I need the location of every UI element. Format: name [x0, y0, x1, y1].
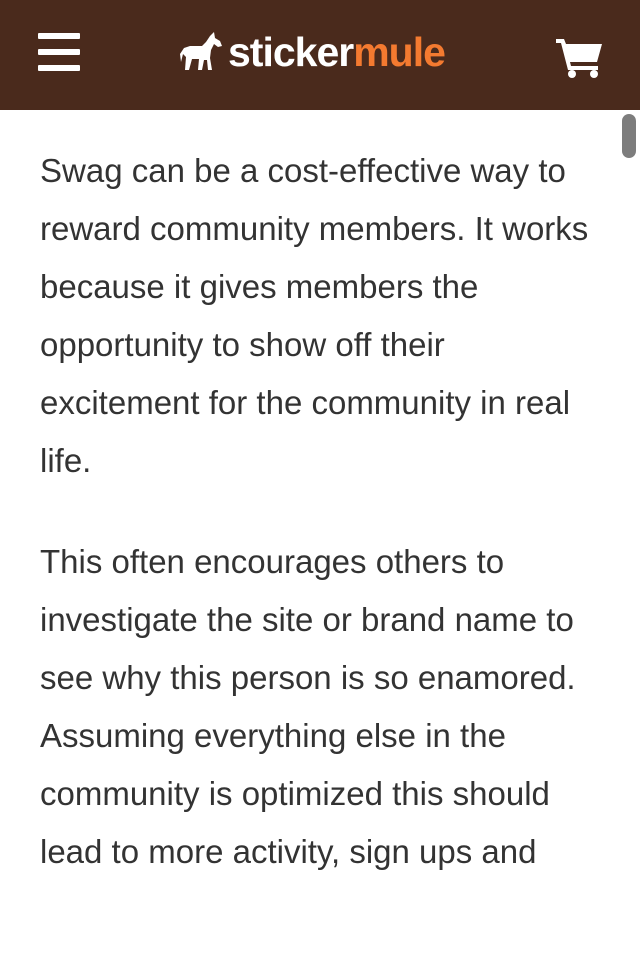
- hamburger-menu-icon[interactable]: [38, 33, 80, 73]
- scrollbar[interactable]: [622, 110, 640, 959]
- mule-logo-icon: [180, 32, 222, 70]
- shopping-cart-icon[interactable]: [556, 36, 604, 78]
- stickermule-logo[interactable]: stickermule: [180, 26, 446, 78]
- top-navigation-bar: stickermule: [0, 0, 640, 110]
- menu-line: [38, 33, 80, 39]
- scrollbar-thumb[interactable]: [622, 114, 636, 158]
- paragraph: Swag can be a cost-effective way to rewa…: [40, 152, 589, 479]
- paragraph: This often encourages others to investig…: [40, 543, 576, 870]
- logo-text-sticker: sticker: [228, 28, 354, 75]
- logo-text-mule: mule: [353, 28, 446, 75]
- menu-line: [38, 65, 80, 71]
- logo-wordmark: stickermule: [228, 28, 446, 75]
- cart-glyph: [556, 39, 602, 78]
- menu-line: [38, 49, 80, 55]
